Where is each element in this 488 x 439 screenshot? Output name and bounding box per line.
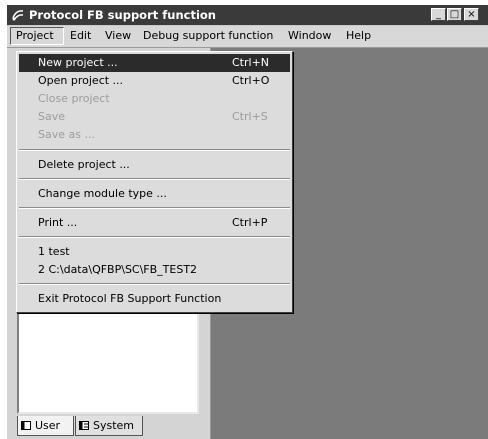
title-bar[interactable]: Protocol FB support function _ □ ×	[7, 5, 488, 25]
menu-item-label: New project ...	[38, 56, 118, 69]
menu-item-exit[interactable]: Exit Protocol FB Support Function	[19, 290, 290, 308]
menu-item-recent-2[interactable]: 2 C:\data\QFBP\SC\FB_TEST2	[19, 261, 290, 279]
menu-item-open-project[interactable]: Open project ... Ctrl+O	[19, 72, 290, 90]
page-icon	[79, 421, 89, 430]
menu-item-change-module-type[interactable]: Change module type ...	[19, 185, 290, 203]
menu-item-save-as: Save as ...	[19, 126, 290, 144]
page-icon	[21, 421, 31, 430]
menu-item-shortcut: Ctrl+O	[232, 74, 270, 87]
menu-separator	[19, 207, 290, 209]
menu-separator	[19, 283, 290, 285]
menu-window[interactable]: Window	[288, 29, 331, 42]
menu-item-print[interactable]: Print ... Ctrl+P	[19, 214, 290, 232]
menu-help[interactable]: Help	[346, 29, 371, 42]
menu-debug-support-function[interactable]: Debug support function	[143, 29, 273, 42]
menu-separator	[19, 178, 290, 180]
menu-item-close-project: Close project	[19, 90, 290, 108]
menu-item-shortcut: Ctrl+P	[232, 216, 268, 229]
menu-item-label: Open project ...	[38, 74, 124, 87]
tab-system-label: System	[93, 419, 135, 432]
tab-system[interactable]: System	[75, 416, 143, 436]
maximize-button[interactable]: □	[447, 8, 462, 21]
menu-item-label: Print ...	[38, 216, 78, 229]
menu-item-label: Change module type ...	[38, 187, 167, 200]
project-tree[interactable]	[17, 308, 199, 414]
menu-item-label: 1 test	[38, 245, 70, 258]
tab-user[interactable]: User	[17, 416, 74, 436]
menu-item-label: Close project	[38, 92, 110, 105]
menu-edit[interactable]: Edit	[70, 29, 91, 42]
menu-project-label: Project	[16, 29, 54, 42]
menu-item-shortcut: Ctrl+N	[232, 56, 270, 69]
menu-view[interactable]: View	[105, 29, 131, 42]
project-menu-dropdown: New project ... Ctrl+N Open project ... …	[16, 51, 293, 313]
menu-item-recent-1[interactable]: 1 test	[19, 243, 290, 261]
menu-bar: Project Edit View Debug support function…	[7, 26, 488, 48]
menu-item-new-project[interactable]: New project ... Ctrl+N	[19, 54, 290, 72]
app-window: Protocol FB support function _ □ × Proje…	[7, 5, 488, 439]
menu-item-label: Save as ...	[38, 128, 95, 141]
menu-separator	[19, 236, 290, 238]
menu-item-label: Exit Protocol FB Support Function	[38, 292, 222, 305]
close-button[interactable]: ×	[464, 8, 479, 21]
menu-project[interactable]: Project	[10, 27, 64, 45]
menu-item-delete-project[interactable]: Delete project ...	[19, 156, 290, 174]
menu-item-shortcut: Ctrl+S	[232, 110, 268, 123]
menu-item-save: Save Ctrl+S	[19, 108, 290, 126]
menu-item-label: 2 C:\data\QFBP\SC\FB_TEST2	[38, 263, 198, 276]
menu-item-label: Save	[38, 110, 66, 123]
tab-user-label: User	[35, 419, 61, 432]
app-icon	[12, 10, 24, 21]
window-title: Protocol FB support function	[29, 8, 216, 22]
menu-item-label: Delete project ...	[38, 158, 130, 171]
minimize-button[interactable]: _	[431, 8, 446, 21]
menu-separator	[19, 149, 290, 151]
